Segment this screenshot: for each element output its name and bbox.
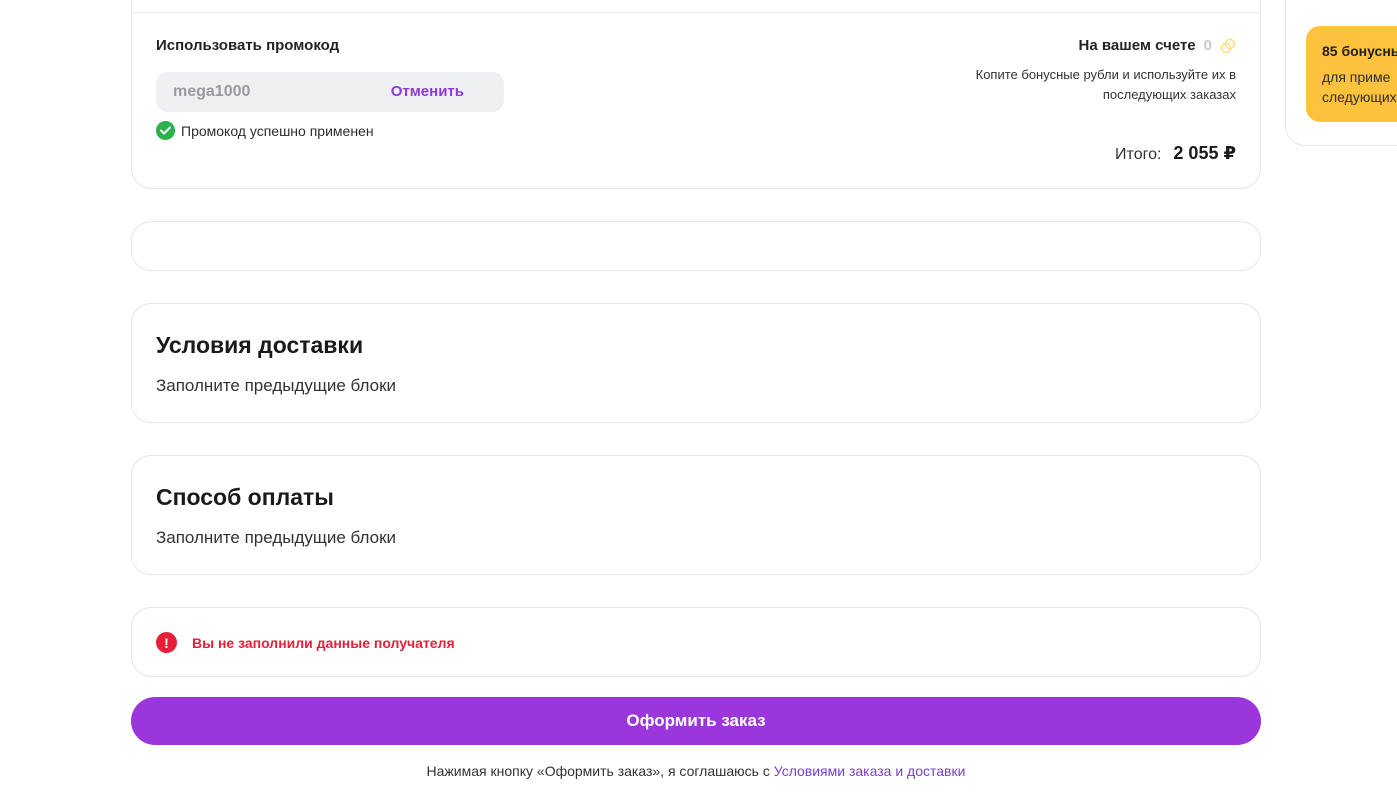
bonus-banner-line2: следующих bbox=[1322, 89, 1397, 105]
promo-card: Использовать промокод Отменить Промокод … bbox=[131, 0, 1261, 189]
bonus-banner: 85 бонусных для приме следующих bbox=[1306, 26, 1397, 122]
sidebar-card: 85 бонусных для приме следующих bbox=[1285, 0, 1397, 146]
bonus-coin-icon bbox=[1220, 38, 1236, 54]
delivery-section: Условия доставки Заполните предыдущие бл… bbox=[131, 303, 1261, 423]
empty-block bbox=[131, 221, 1261, 271]
promo-title: Использовать промокод bbox=[156, 37, 340, 54]
terms-link[interactable]: Условиями заказа и доставки bbox=[774, 763, 966, 779]
order-total: Итого: 2 055 ₽ bbox=[1115, 143, 1236, 164]
bonus-banner-text: для приме следующих bbox=[1322, 67, 1397, 107]
error-message: ! Вы не заполнили данные получателя bbox=[156, 632, 455, 653]
exclamation-icon: ! bbox=[156, 632, 177, 653]
bonus-balance: На вашем счете 0 bbox=[1079, 37, 1236, 54]
agreement-text: Нажимая кнопку «Оформить заказ», я согла… bbox=[426, 763, 774, 779]
promo-field: Отменить bbox=[156, 72, 504, 112]
promo-input[interactable] bbox=[173, 83, 363, 101]
error-text: Вы не заполнили данные получателя bbox=[192, 634, 455, 651]
promo-cancel-button[interactable]: Отменить bbox=[391, 83, 464, 100]
payment-subtitle: Заполните предыдущие блоки bbox=[156, 528, 397, 547]
error-block: ! Вы не заполнили данные получателя bbox=[131, 607, 1261, 677]
bonus-balance-label: На вашем счете bbox=[1078, 37, 1196, 54]
payment-title: Способ оплаты bbox=[156, 484, 334, 510]
check-circle-icon bbox=[156, 121, 175, 140]
bonus-description: Копите бонусные рубли и используйте их в… bbox=[975, 67, 1236, 102]
delivery-subtitle: Заполните предыдущие блоки bbox=[156, 376, 397, 395]
total-label: Итого: bbox=[1115, 146, 1162, 163]
divider bbox=[132, 12, 1260, 13]
total-value: 2 055 ₽ bbox=[1173, 143, 1236, 163]
promo-success: Промокод успешно применен bbox=[156, 121, 374, 140]
agreement-note: Нажимая кнопку «Оформить заказ», я согла… bbox=[131, 763, 1261, 779]
promo-success-text: Промокод успешно применен bbox=[181, 122, 374, 139]
checkout-page: Использовать промокод Отменить Промокод … bbox=[0, 0, 1397, 800]
bonus-banner-line1: для приме bbox=[1322, 69, 1391, 85]
bonus-banner-title: 85 бонусных bbox=[1322, 43, 1397, 59]
payment-section: Способ оплаты Заполните предыдущие блоки bbox=[131, 455, 1261, 575]
bonus-balance-value: 0 bbox=[1203, 37, 1212, 54]
delivery-title: Условия доставки bbox=[156, 332, 364, 358]
place-order-button[interactable]: Оформить заказ bbox=[131, 697, 1261, 745]
